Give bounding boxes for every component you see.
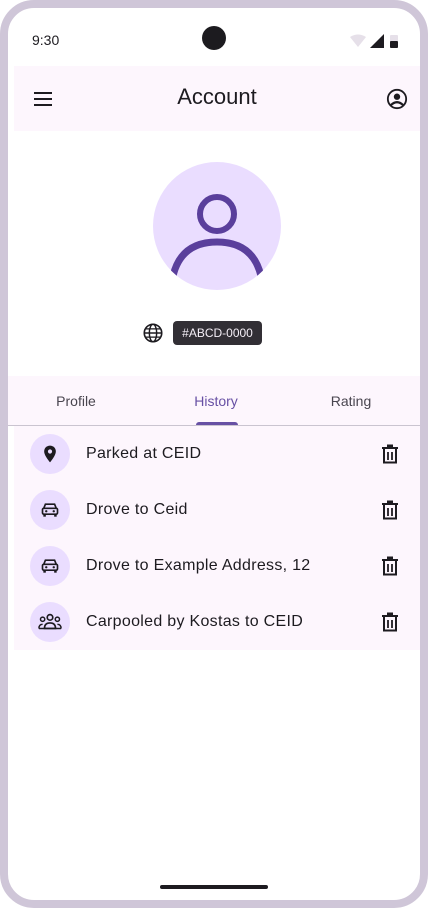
history-item-text: Parked at CEID [86, 445, 202, 462]
history-item-text: Carpooled by Kostas to CEID [86, 613, 304, 630]
globe-icon[interactable] [142, 322, 164, 344]
status-bar: 9:30 [8, 8, 420, 66]
delete-button[interactable] [376, 496, 404, 524]
history-item-text: Drove to Example Address, 12 [86, 557, 311, 574]
tab-rating[interactable]: Rating [311, 376, 391, 425]
phone-frame: 9:30 Account #ABCD-0000 Profile History … [0, 0, 428, 908]
delete-button[interactable] [376, 608, 404, 636]
history-item[interactable]: Drove to Ceid [14, 482, 420, 538]
car-icon [41, 559, 59, 573]
group-icon [38, 613, 62, 630]
history-item-icon [30, 490, 70, 530]
account-button[interactable] [382, 84, 412, 114]
system-status-icons [350, 34, 398, 48]
signal-icon [370, 34, 384, 48]
trash-icon [382, 556, 398, 576]
status-time: 9:30 [32, 32, 60, 48]
history-item[interactable]: Parked at CEID [14, 426, 420, 482]
location-pin-icon [44, 445, 56, 463]
gesture-nav-handle[interactable] [160, 885, 268, 889]
user-id-row: #ABCD-0000 [8, 321, 420, 345]
front-camera [202, 26, 226, 50]
delete-button[interactable] [376, 552, 404, 580]
page-title: Account [177, 84, 257, 109]
account-circle-icon [386, 88, 408, 110]
tab-profile[interactable]: Profile [36, 376, 116, 425]
history-item-text: Drove to Ceid [86, 501, 188, 518]
user-id-badge: #ABCD-0000 [173, 321, 262, 345]
history-item-icon [30, 434, 70, 474]
delete-button[interactable] [376, 440, 404, 468]
avatar [153, 162, 281, 290]
trash-icon [382, 500, 398, 520]
trash-icon [382, 612, 398, 632]
trash-icon [382, 444, 398, 464]
history-item-icon [30, 602, 70, 642]
car-icon [41, 503, 59, 517]
tab-bar: Profile History Rating [8, 376, 420, 426]
top-app-bar: Account [14, 66, 420, 131]
history-item-icon [30, 546, 70, 586]
history-item[interactable]: Drove to Example Address, 12 [14, 538, 420, 594]
tab-indicator [196, 422, 238, 425]
person-icon [169, 194, 265, 277]
history-item[interactable]: Carpooled by Kostas to CEID [14, 594, 420, 650]
wifi-icon [350, 34, 366, 47]
tab-history[interactable]: History [176, 376, 256, 425]
history-list: Parked at CEID Drove to Ceid Drove to Ex… [14, 426, 420, 650]
